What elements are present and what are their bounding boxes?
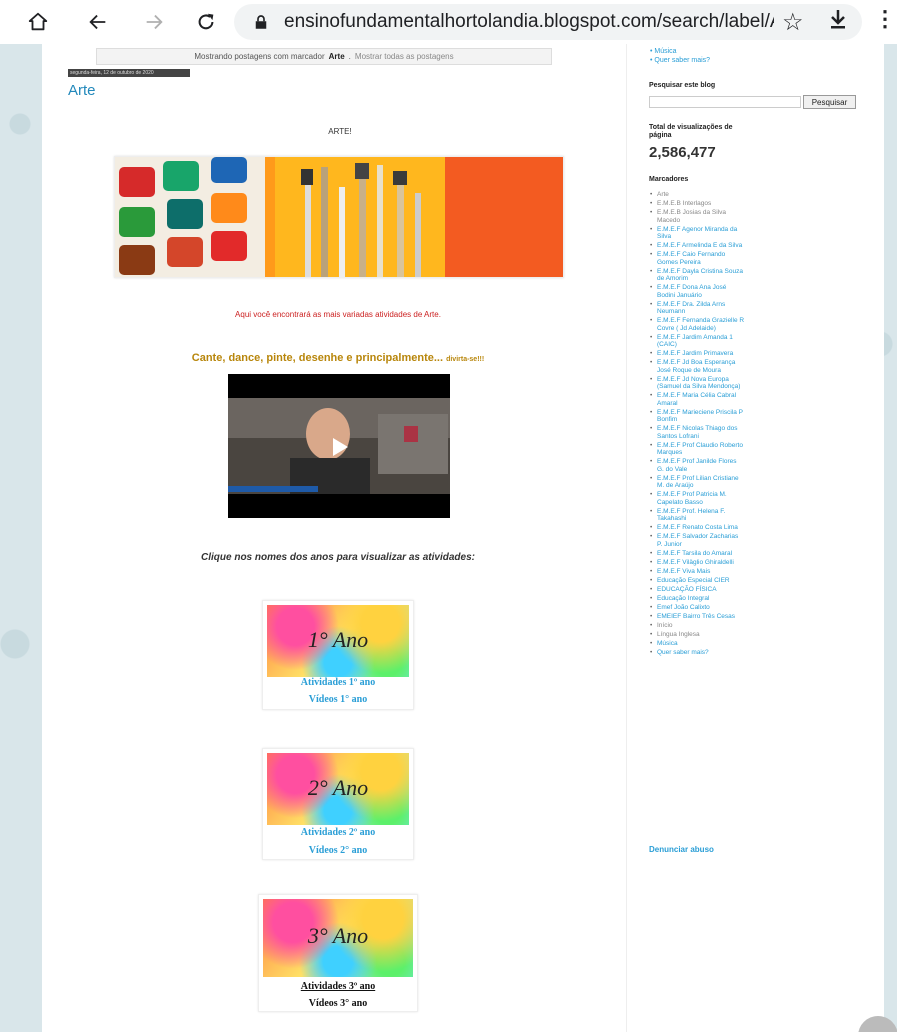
video-player[interactable] [228, 374, 450, 518]
activities-2-link[interactable]: Atividades 2º ano [263, 827, 413, 838]
address-bar[interactable]: ensinofundamentalhortolandia.blogspot.co… [234, 4, 862, 40]
cante-main: Cante, dance, pinte, desenhe e principal… [191, 352, 444, 364]
labels-list: Arte E.M.E.B Interlagos E.M.E.B Josias d… [649, 191, 745, 658]
sidebar-top-list: • Música • Quer saber mais? [650, 47, 710, 65]
download-icon[interactable] [828, 7, 848, 37]
search-input[interactable] [649, 96, 801, 108]
label-status-bar: Mostrando postagens com marcador Arte . … [96, 48, 552, 65]
label-item[interactable]: E.M.E.F Armelinda E da Silva [649, 242, 745, 250]
label-item[interactable]: Educação Especial CIER [649, 577, 745, 585]
search-button[interactable]: Pesquisar [803, 95, 856, 109]
label-item[interactable]: Música [649, 640, 745, 648]
label-item[interactable]: Início [649, 622, 745, 630]
label-item[interactable]: E.M.E.F Prof. Helena F. Takahashi [649, 508, 745, 523]
label-item[interactable]: E.M.E.F Jardim Amanda 1 (CAIC) [649, 334, 745, 349]
videos-1-link[interactable]: Vídeos 1° ano [263, 694, 413, 705]
year-card-1: 1° Ano Atividades 1º ano Vídeos 1° ano [262, 600, 414, 710]
year-card-2: 2° Ano Atividades 2º ano Vídeos 2° ano [262, 748, 414, 860]
forward-arrow-icon[interactable] [138, 6, 170, 38]
label-item[interactable]: E.M.E.F Salvador Zacharias P. Junior [649, 533, 745, 548]
videos-2-link[interactable]: Vídeos 2° ano [263, 845, 413, 856]
label-item[interactable]: E.M.E.F Marieciene Priscila P Bonfim [649, 409, 745, 424]
label-item[interactable]: Educação Integral [649, 595, 745, 603]
search-heading: Pesquisar este blog [649, 82, 716, 89]
year-card-3: 3° Ano Atividades 3º ano Vídeos 3° ano [258, 894, 418, 1012]
sidebar-top-item[interactable]: • Música [650, 47, 710, 56]
cante-text: Cante, dance, pinte, desenhe e principal… [0, 352, 676, 364]
report-abuse-link[interactable]: Denunciar abuso [649, 845, 714, 854]
intro-text: Aqui você encontrará as mais variadas at… [235, 310, 441, 319]
click-instruction: Clique nos nomes dos anos para visualiza… [201, 552, 475, 563]
label-item[interactable]: E.M.E.F Jd Nova Europa (Samuel da Silva … [649, 376, 745, 391]
year-2-thumbnail[interactable]: 2° Ano [267, 753, 409, 825]
label-item[interactable]: E.M.E.B Interlagos [649, 200, 745, 208]
label-item[interactable]: E.M.E.F Maria Célia Cabral Amaral [649, 392, 745, 407]
browser-toolbar: ensinofundamentalhortolandia.blogspot.co… [0, 0, 897, 44]
label-item[interactable]: E.M.E.F Nicolas Thiago dos Santos Lofran… [649, 425, 745, 440]
year-1-thumb-text: 1° Ano [307, 627, 369, 652]
status-label: Arte [328, 52, 345, 61]
label-item[interactable]: Língua Inglesa [649, 631, 745, 639]
label-item[interactable]: E.M.E.F Tarsila do Amaral [649, 550, 745, 558]
cante-small: divirta-se!!! [446, 356, 485, 363]
label-item[interactable]: Emef João Calixto [649, 604, 745, 612]
label-item[interactable]: E.M.E.F Prof Janilde Flores G. do Vale [649, 458, 745, 473]
post-date: segunda-feira, 12 de outubro de 2020 [68, 69, 190, 77]
views-count: 2,586,477 [649, 144, 716, 161]
star-icon[interactable]: ☆ [782, 8, 804, 37]
label-item[interactable]: E.M.E.F Viläglio Ghiraldelli [649, 559, 745, 567]
label-item[interactable]: E.M.E.F Jardim Primavera [649, 350, 745, 358]
sidebar-divider [626, 44, 627, 1032]
label-item[interactable]: E.M.E.F Prof Claudio Roberto Marques [649, 442, 745, 457]
label-item[interactable]: E.M.E.F Dra. Zilda Arns Neumann [649, 301, 745, 316]
post-heading: ARTE! [328, 127, 352, 136]
label-item[interactable]: E.M.E.F Dayla Cristina Souza de Amorim [649, 268, 745, 283]
label-item[interactable]: E.M.E.F Prof Patricia M. Capelato Basso [649, 491, 745, 506]
reload-icon[interactable] [190, 6, 222, 38]
label-item[interactable]: E.M.E.B Josias da Silva Macedo [649, 209, 745, 224]
play-icon[interactable] [324, 432, 354, 462]
activities-1-link[interactable]: Atividades 1º ano [263, 677, 413, 688]
post-title[interactable]: Arte [68, 82, 96, 99]
home-icon[interactable] [22, 6, 54, 38]
labels-heading: Marcadores [649, 176, 689, 183]
label-item[interactable]: E.M.E.F Viva Mais [649, 568, 745, 576]
show-all-posts-link[interactable]: Mostrar todas as postagens [355, 52, 454, 61]
url-text[interactable]: ensinofundamentalhortolandia.blogspot.co… [284, 11, 774, 33]
activities-3-link[interactable]: Atividades 3º ano [259, 981, 417, 992]
label-item[interactable]: E.M.E.F Dona Ana José Bodini Januário [649, 284, 745, 299]
paint-palette-image[interactable] [114, 156, 564, 278]
year-3-thumb-text: 3° Ano [307, 923, 369, 948]
lock-icon [252, 13, 270, 31]
videos-3-link[interactable]: Vídeos 3° ano [259, 998, 417, 1009]
label-item[interactable]: E.M.E.F Fernanda Grazielle R Covre ( Jd … [649, 317, 745, 332]
label-item[interactable]: Arte [649, 191, 745, 199]
more-vert-icon[interactable]: ⋮ [874, 6, 896, 32]
label-item[interactable]: E.M.E.F Prof Lilian Cristiane M. de Araú… [649, 475, 745, 490]
status-prefix: Mostrando postagens com marcador [194, 52, 325, 61]
year-3-thumbnail[interactable]: 3° Ano [263, 899, 413, 977]
label-item[interactable]: Quer saber mais? [649, 649, 745, 657]
views-heading: Total de visualizações de página [649, 124, 733, 139]
label-item[interactable]: E.M.E.F Renato Costa Lima [649, 524, 745, 532]
year-2-thumb-text: 2° Ano [307, 775, 369, 800]
back-arrow-icon[interactable] [82, 6, 114, 38]
label-item[interactable]: EDUCAÇÃO FÍSICA [649, 586, 745, 594]
label-item[interactable]: E.M.E.F Agenor Miranda da Silva [649, 226, 745, 241]
label-item[interactable]: EMEIEF Bairro Três Cesas [649, 613, 745, 621]
label-item[interactable]: E.M.E.F Jd Boa Esperança José Roque de M… [649, 359, 745, 374]
sidebar-top-item[interactable]: • Quer saber mais? [650, 56, 710, 65]
label-item[interactable]: E.M.E.F Caio Fernando Gomes Pereira [649, 251, 745, 266]
year-1-thumbnail[interactable]: 1° Ano [267, 605, 409, 677]
